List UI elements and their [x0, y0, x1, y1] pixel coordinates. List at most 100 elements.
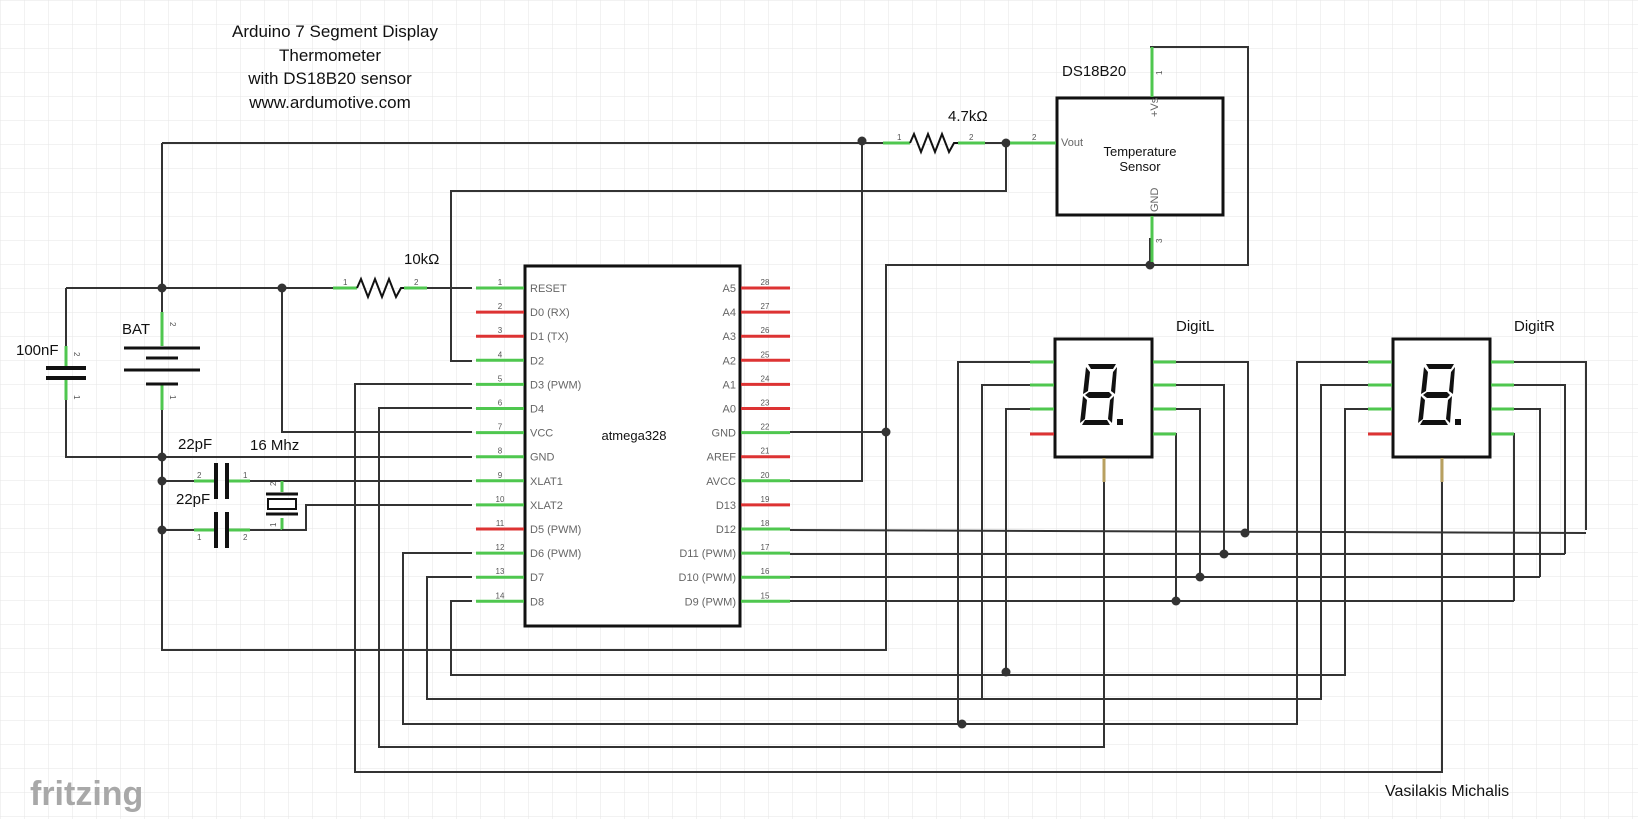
sensor-pin-vs-num: 1 — [1155, 70, 1164, 75]
mcu-pin-name: GND — [712, 428, 737, 440]
mcu-pin-number: 20 — [761, 471, 770, 480]
junction — [881, 427, 891, 437]
mcu-pin-number: 14 — [496, 591, 505, 600]
cap-22pf-bottom-pin2: 2 — [243, 533, 248, 542]
resistor-10k-pin1: 1 — [343, 278, 348, 287]
cap-100nf-pin1: 1 — [72, 395, 81, 400]
mcu-pin-number: 7 — [498, 423, 503, 432]
mcu-pin-number: 25 — [761, 350, 770, 359]
mcu-pin-number: 6 — [498, 399, 503, 408]
mcu-pin-number: 23 — [761, 399, 770, 408]
mcu-pin-number: 3 — [498, 326, 503, 335]
mcu-pin-name: AVCC — [706, 476, 736, 488]
mcu-pin-name: D5 (PWM) — [530, 524, 581, 536]
mcu-pin-name: D3 (PWM) — [530, 379, 581, 391]
title-line-2: Thermometer — [279, 46, 381, 65]
mcu-pin-name: RESET — [530, 283, 567, 295]
mcu-pin-name: AREF — [707, 452, 737, 464]
mcu-pin-number: 10 — [496, 495, 505, 504]
battery-label: BAT — [122, 321, 150, 338]
mcu-pin-number: 19 — [761, 495, 770, 504]
crystal-label: 16 Mhz — [250, 437, 299, 454]
cap-100nf-pin2: 2 — [72, 352, 81, 357]
junction — [1001, 138, 1011, 148]
resistor-4k7-label: 4.7kΩ — [948, 108, 988, 125]
junction — [157, 452, 167, 462]
junction — [157, 283, 167, 293]
mcu-pin-name: D11 (PWM) — [679, 548, 736, 560]
junction — [1171, 596, 1181, 606]
title-line-1: Arduino 7 Segment Display — [232, 22, 439, 41]
crystal-pin2: 2 — [269, 481, 278, 486]
mcu-pin-name: VCC — [530, 428, 553, 440]
mcu-pin-name: A5 — [723, 283, 736, 295]
cap-22pf-top-pin1: 1 — [243, 471, 248, 480]
mcu-pin-name: A0 — [723, 404, 736, 416]
junction — [157, 476, 167, 486]
mcu-pin-number: 24 — [761, 374, 770, 383]
mcu-pin-number: 9 — [498, 471, 503, 480]
crystal-body — [267, 498, 297, 510]
mcu-pin-number: 12 — [496, 543, 505, 552]
mcu-pin-number: 17 — [761, 543, 770, 552]
resistor-4k7-pin2: 2 — [969, 133, 974, 142]
junction — [857, 136, 867, 146]
digit-left-label: DigitL — [1176, 318, 1214, 335]
schematic-canvas: Arduino 7 Segment Display Thermometer wi… — [0, 0, 1638, 819]
resistor-10k-label: 10kΩ — [404, 251, 439, 268]
mcu-pin-name: A4 — [723, 307, 736, 319]
digit-right-label: DigitR — [1514, 318, 1555, 335]
junction — [1001, 667, 1011, 677]
mcu-pin-number: 13 — [496, 567, 505, 576]
battery-pin1: 1 — [168, 395, 177, 400]
sensor-pin-vout-num: 2 — [1032, 133, 1037, 142]
mcu-pin-name: D12 — [716, 524, 736, 536]
battery-pin2: 2 — [168, 322, 177, 327]
mcu-name: atmega328 — [601, 428, 666, 443]
mcu-pin-name: D2 — [530, 355, 544, 367]
mcu-pin-number: 11 — [496, 519, 505, 528]
mcu-pin-number: 26 — [761, 326, 770, 335]
sensor-pin-vs-label: +Vs — [1149, 97, 1161, 117]
mcu-pin-number: 27 — [761, 302, 770, 311]
sensor-pin-gnd-num: 3 — [1155, 238, 1164, 243]
mcu-pin-name: A3 — [723, 331, 736, 343]
title-line-4: www.ardumotive.com — [248, 93, 411, 112]
mcu-pin-number: 5 — [498, 374, 503, 383]
sensor-name: DS18B20 — [1062, 63, 1126, 80]
mcu-pin-name: A1 — [723, 379, 736, 391]
cap-22pf-bottom-label: 22pF — [176, 491, 210, 508]
cap-22pf-bottom-pin1: 1 — [197, 533, 202, 542]
mcu-pin-name: D10 (PWM) — [679, 572, 736, 584]
mcu-pin-name: D7 — [530, 572, 544, 584]
mcu-pin-number: 22 — [761, 423, 770, 432]
mcu-pin-number: 16 — [761, 567, 770, 576]
resistor-10k-pin2: 2 — [414, 278, 419, 287]
junction — [1240, 528, 1250, 538]
sensor-pin-vout-label: Vout — [1061, 137, 1083, 149]
junction — [157, 525, 167, 535]
mcu-pin-number: 4 — [498, 350, 503, 359]
cap-22pf-top-pin2: 2 — [197, 471, 202, 480]
junction — [277, 283, 287, 293]
mcu-pin-name: XLAT2 — [530, 500, 563, 512]
junction — [1195, 572, 1205, 582]
mcu-pin-name: D9 (PWM) — [685, 596, 736, 608]
mcu-pin-number: 21 — [761, 447, 770, 456]
sensor-body-line2: Sensor — [1119, 159, 1161, 174]
mcu-pin-name: D1 (TX) — [530, 331, 569, 343]
title-line-3: with DS18B20 sensor — [247, 69, 412, 88]
author-credit: Vasilakis Michalis — [1385, 783, 1509, 800]
cap-22pf-top-label: 22pF — [178, 436, 212, 453]
mcu-pin-number: 8 — [498, 447, 503, 456]
mcu-pin-number: 1 — [498, 278, 503, 287]
mcu-pin-name: A2 — [723, 355, 736, 367]
mcu-pin-number: 15 — [761, 591, 770, 600]
mcu-pin-name: XLAT1 — [530, 476, 563, 488]
junction — [1219, 549, 1229, 559]
fritzing-logo: fritzing — [30, 775, 143, 813]
mcu-pin-name: D8 — [530, 596, 544, 608]
sensor-body-line1: Temperature — [1104, 144, 1177, 159]
mcu-pin-name: D4 — [530, 404, 544, 416]
mcu-pin-name: GND — [530, 452, 555, 464]
